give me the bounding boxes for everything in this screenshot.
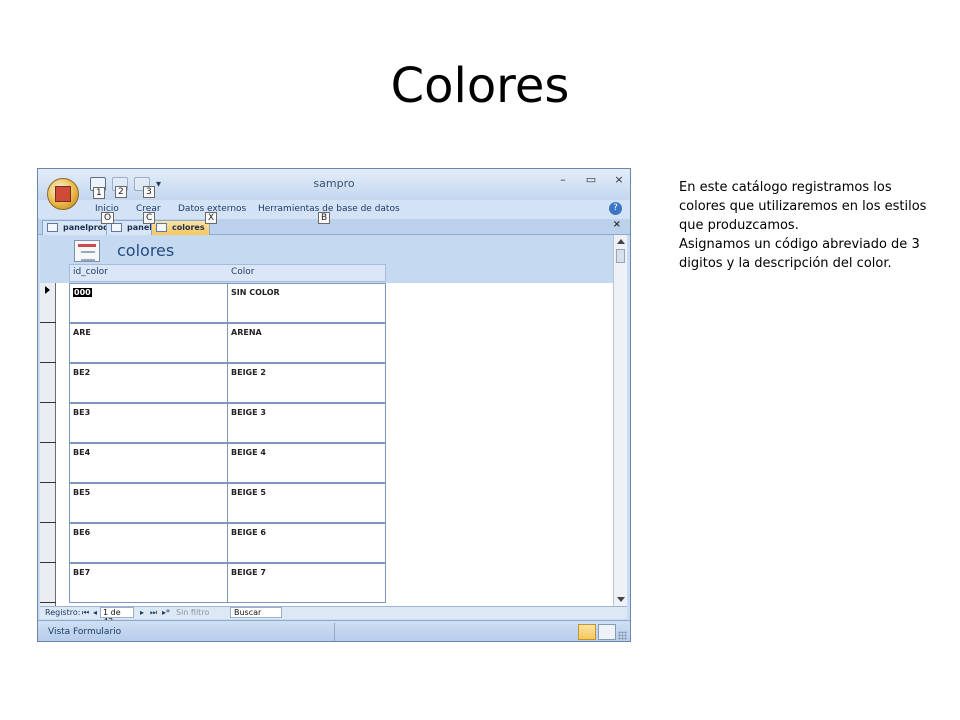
table-row: ARE ARENA xyxy=(69,323,386,363)
scroll-thumb[interactable] xyxy=(616,249,625,263)
record-selector[interactable] xyxy=(40,563,56,603)
form-title: colores xyxy=(117,241,175,260)
resize-grip-icon[interactable] xyxy=(618,631,627,640)
column-header-id-color: id_color xyxy=(73,267,108,277)
doc-tab-label: colores xyxy=(172,223,205,232)
record-navigation-bar: Registro: ⏮ ◂ 1 de 42 ▸ ⏭ ▸* Sin filtro … xyxy=(40,606,627,626)
new-record-button[interactable]: ▸* xyxy=(162,608,170,617)
record-selector[interactable] xyxy=(40,403,56,443)
record-selector[interactable] xyxy=(40,443,56,483)
description-paragraph-2: Asignamos un código abreviado de 3 digit… xyxy=(679,237,920,271)
record-selector[interactable] xyxy=(40,523,56,563)
table-row: BE5 BEIGE 5 xyxy=(69,483,386,523)
record-selector-column xyxy=(40,283,56,606)
record-position-input[interactable]: 1 de 42 xyxy=(100,607,134,626)
next-record-button[interactable]: ▸ xyxy=(140,608,144,617)
access-window: sampro ▾ 1 2 3 – ▭ × Inicio Crear Datos … xyxy=(37,168,631,642)
minimize-button[interactable]: – xyxy=(556,173,570,186)
doc-tab-label: panelprod xyxy=(63,223,109,232)
id-color-cell[interactable]: ARE xyxy=(69,323,228,363)
record-selector[interactable] xyxy=(40,323,56,363)
close-document-button[interactable]: × xyxy=(613,219,621,230)
maximize-button[interactable]: ▭ xyxy=(584,173,598,186)
id-color-value: 000 xyxy=(73,288,92,297)
slide-description: En este catálogo registramos los colores… xyxy=(679,178,939,273)
title-bar: sampro ▾ 1 2 3 – ▭ × xyxy=(38,169,630,200)
doc-tab-colores[interactable]: colores xyxy=(151,220,210,235)
color-cell[interactable]: ARENA xyxy=(227,323,386,363)
table-row: BE3 BEIGE 3 xyxy=(69,403,386,443)
keytip-herramientas: B xyxy=(318,212,331,224)
help-icon[interactable]: ? xyxy=(609,202,622,215)
table-row: BE4 BEIGE 4 xyxy=(69,443,386,483)
search-input[interactable]: Buscar xyxy=(230,607,282,618)
ribbon-tabs: Inicio Crear Datos externos Herramientas… xyxy=(38,200,630,224)
color-cell[interactable]: SIN COLOR xyxy=(227,283,386,323)
scroll-down-icon[interactable] xyxy=(617,597,625,602)
color-cell[interactable]: BEIGE 7 xyxy=(227,563,386,603)
design-view-icon[interactable] xyxy=(598,624,616,640)
form-icon xyxy=(156,223,167,232)
table-row: BE2 BEIGE 2 xyxy=(69,363,386,403)
table-row: BE7 BEIGE 7 xyxy=(69,563,386,603)
keytip-save: 1 xyxy=(93,187,105,199)
id-color-cell[interactable]: BE4 xyxy=(69,443,228,483)
id-color-cell[interactable]: BE7 xyxy=(69,563,228,603)
keytip-undo: 2 xyxy=(115,186,127,198)
keytip-inicio: O xyxy=(101,212,115,224)
doc-tab-label: panel xyxy=(127,223,152,232)
table-row: BE6 BEIGE 6 xyxy=(69,523,386,563)
color-cell[interactable]: BEIGE 5 xyxy=(227,483,386,523)
slide: Colores En este catálogo registramos los… xyxy=(0,0,960,720)
table-row: 000 SIN COLOR xyxy=(69,283,386,323)
record-selector[interactable] xyxy=(40,363,56,403)
color-cell[interactable]: BEIGE 6 xyxy=(227,523,386,563)
filter-indicator[interactable]: Sin filtro xyxy=(176,608,209,617)
close-button[interactable]: × xyxy=(612,173,626,186)
current-record-icon xyxy=(45,286,50,294)
first-record-button[interactable]: ⏮ xyxy=(82,608,89,618)
record-selector[interactable] xyxy=(40,483,56,523)
id-color-cell[interactable]: BE3 xyxy=(69,403,228,443)
keytip-crear: C xyxy=(143,212,156,224)
record-selector[interactable] xyxy=(40,283,56,323)
column-header-band xyxy=(69,264,386,282)
colores-form: colores id_color Color 000 SIN COLOR ARE xyxy=(40,235,613,606)
status-divider xyxy=(334,623,335,641)
last-record-button[interactable]: ⏭ xyxy=(150,608,157,618)
form-icon xyxy=(111,223,122,232)
color-cell[interactable]: BEIGE 3 xyxy=(227,403,386,443)
customize-toolbar-icon[interactable]: ▾ xyxy=(156,179,161,190)
scroll-up-icon[interactable] xyxy=(617,239,625,244)
record-label: Registro: xyxy=(45,608,81,617)
id-color-cell[interactable]: BE5 xyxy=(69,483,228,523)
id-color-cell[interactable]: BE2 xyxy=(69,363,228,403)
id-color-cell[interactable]: BE6 xyxy=(69,523,228,563)
vertical-scrollbar[interactable] xyxy=(613,235,627,606)
window-controls: – ▭ × xyxy=(556,173,626,186)
office-button[interactable] xyxy=(47,178,79,210)
document-tabs: panelprod panel colores xyxy=(38,219,630,235)
status-bar: Vista Formulario xyxy=(38,620,630,641)
slide-title: Colores xyxy=(390,58,570,114)
keytip-datos-externos: X xyxy=(205,212,218,224)
form-icon xyxy=(47,223,58,232)
form-header-icon xyxy=(74,240,100,262)
form-view-icon[interactable] xyxy=(578,624,596,640)
description-paragraph-1: En este catálogo registramos los colores… xyxy=(679,180,927,233)
access-logo-icon xyxy=(55,186,71,202)
color-cell[interactable]: BEIGE 2 xyxy=(227,363,386,403)
keytip-redo: 3 xyxy=(143,186,155,198)
column-header-color: Color xyxy=(231,267,255,277)
id-color-cell[interactable]: 000 xyxy=(69,283,228,323)
status-text: Vista Formulario xyxy=(48,627,122,637)
color-cell[interactable]: BEIGE 4 xyxy=(227,443,386,483)
previous-record-button[interactable]: ◂ xyxy=(93,608,97,617)
